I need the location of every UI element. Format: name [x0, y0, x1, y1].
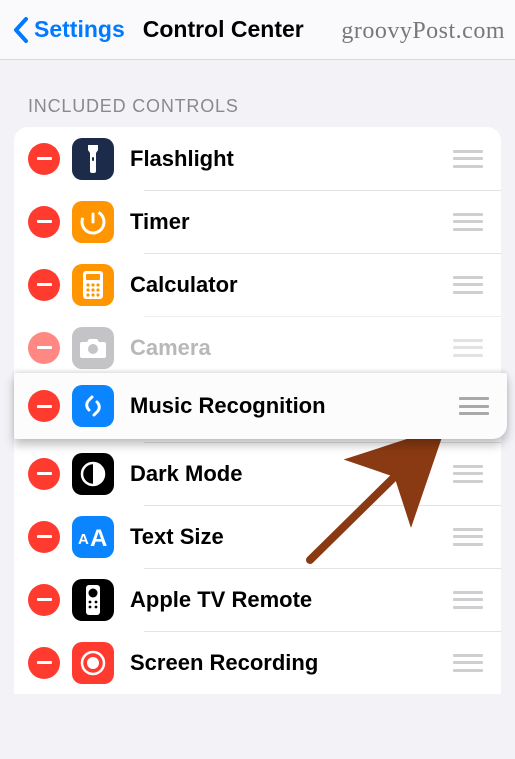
reorder-handle[interactable] — [453, 528, 483, 546]
control-label: Flashlight — [130, 146, 453, 172]
control-row-dark-mode[interactable]: Dark Mode — [14, 442, 501, 505]
control-row-music-recognition-dragging[interactable]: Music Recognition — [14, 373, 507, 439]
control-row-camera[interactable]: Camera — [14, 316, 501, 379]
text-size-icon: AA — [72, 516, 114, 558]
shazam-icon — [72, 385, 114, 427]
remove-button[interactable] — [28, 584, 60, 616]
control-label: Text Size — [130, 524, 453, 550]
control-row-screen-recording[interactable]: Screen Recording — [14, 631, 501, 694]
timer-icon — [72, 201, 114, 243]
back-label: Settings — [34, 16, 125, 43]
calculator-icon — [72, 264, 114, 306]
control-row-calculator[interactable]: Calculator — [14, 253, 501, 316]
screen-recording-icon — [72, 642, 114, 684]
reorder-handle[interactable] — [453, 150, 483, 168]
camera-icon — [72, 327, 114, 369]
control-row-text-size[interactable]: AA Text Size — [14, 505, 501, 568]
control-label: Music Recognition — [130, 393, 459, 419]
included-controls-list: Flashlight Timer Calculator Camera — [14, 127, 501, 694]
control-row-apple-tv-remote[interactable]: Apple TV Remote — [14, 568, 501, 631]
control-label: Screen Recording — [130, 650, 453, 676]
remove-button[interactable] — [28, 206, 60, 238]
reorder-handle[interactable] — [453, 591, 483, 609]
remove-button[interactable] — [28, 390, 60, 422]
remove-button[interactable] — [28, 143, 60, 175]
remove-button[interactable] — [28, 647, 60, 679]
control-label: Camera — [130, 335, 453, 361]
reorder-handle[interactable] — [459, 397, 489, 415]
chevron-left-icon — [12, 16, 30, 44]
remove-button[interactable] — [28, 458, 60, 490]
back-button[interactable]: Settings — [12, 16, 125, 44]
control-row-timer[interactable]: Timer — [14, 190, 501, 253]
reorder-handle[interactable] — [453, 465, 483, 483]
control-label: Timer — [130, 209, 453, 235]
remove-button[interactable] — [28, 332, 60, 364]
apple-tv-remote-icon — [72, 579, 114, 621]
reorder-handle[interactable] — [453, 213, 483, 231]
svg-text:A: A — [90, 525, 107, 550]
navbar: Settings Control Center — [0, 0, 515, 60]
remove-button[interactable] — [28, 269, 60, 301]
svg-text:A: A — [78, 531, 89, 548]
control-label: Apple TV Remote — [130, 587, 453, 613]
section-header-included-controls: INCLUDED CONTROLS — [0, 60, 515, 127]
flashlight-icon — [72, 138, 114, 180]
reorder-handle[interactable] — [453, 654, 483, 672]
page-title: Control Center — [143, 16, 304, 43]
reorder-handle[interactable] — [453, 276, 483, 294]
control-label: Dark Mode — [130, 461, 453, 487]
reorder-handle[interactable] — [453, 339, 483, 357]
control-label: Calculator — [130, 272, 453, 298]
dark-mode-icon — [72, 453, 114, 495]
remove-button[interactable] — [28, 521, 60, 553]
control-row-flashlight[interactable]: Flashlight — [14, 127, 501, 190]
